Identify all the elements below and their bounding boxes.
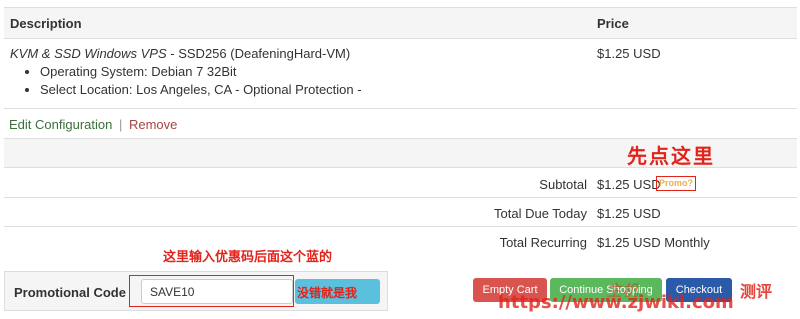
watermark-text-left: 主机 [606, 277, 638, 301]
item-actions: Edit Configuration | Remove [9, 117, 177, 132]
cart-table-header: Description Price [4, 7, 797, 39]
annotation-this-button: 没错就是我 [297, 284, 357, 301]
annotation-click-here-first: 先点这里 [627, 140, 715, 169]
item-product-group: KVM & SSD Windows VPS [10, 46, 167, 61]
annotation-enter-code: 这里输入优惠码后面这个蓝的 [163, 246, 332, 265]
promo-toggle-link[interactable]: Promo? [656, 176, 696, 191]
promo-code-label: Promotional Code [14, 285, 126, 300]
divider [4, 226, 797, 227]
description-header: Description [10, 16, 82, 31]
cart-item-description: KVM & SSD Windows VPS - SSD256 (Deafenin… [10, 45, 570, 99]
total-due-today-label: Total Due Today [494, 206, 587, 221]
promo-code-input[interactable] [141, 279, 293, 304]
total-recurring-value: $1.25 USD Monthly [597, 235, 710, 250]
divider [4, 167, 797, 168]
remove-item-link[interactable]: Remove [129, 117, 177, 132]
edit-configuration-link[interactable]: Edit Configuration [9, 117, 112, 132]
link-separator: | [119, 117, 122, 132]
option-location: Select Location: Los Angeles, CA - Optio… [40, 81, 570, 99]
item-product-name: - SSD256 (DeafeningHard-VM) [167, 46, 351, 61]
divider [4, 197, 797, 198]
subtotal-label: Subtotal [539, 177, 587, 192]
watermark-text-right: 测评 [740, 278, 772, 302]
item-price: $1.25 USD [597, 46, 661, 61]
subtotal-value: $1.25 USD [597, 177, 661, 192]
divider [4, 108, 797, 109]
price-header: Price [597, 16, 629, 31]
total-due-today-value: $1.25 USD [597, 206, 661, 221]
total-recurring-label: Total Recurring [500, 235, 587, 250]
option-operating-system: Operating System: Debian 7 32Bit [40, 63, 570, 81]
item-config-options: Operating System: Debian 7 32Bit Select … [24, 63, 570, 99]
